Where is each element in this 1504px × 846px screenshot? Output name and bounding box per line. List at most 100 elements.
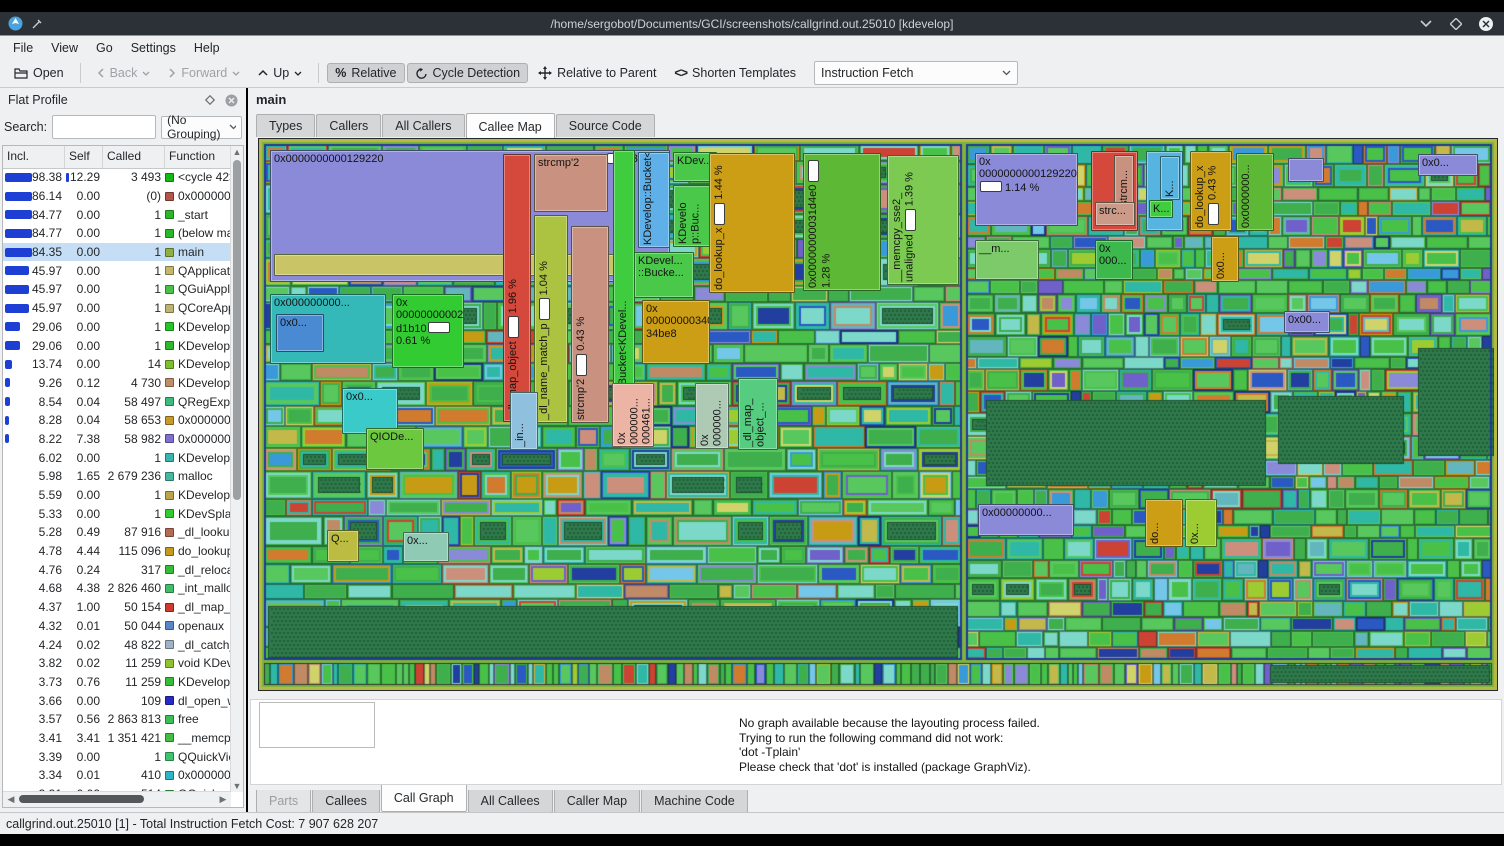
menu-help[interactable]: Help [185,38,229,58]
treemap-cell[interactable]: do_lookup_x0.43 % [1190,151,1232,231]
treemap-cell[interactable]: Q... [327,530,359,562]
table-row[interactable]: 6.020.001KDevelop:: [3,448,231,467]
table-header[interactable]: Incl.SelfCalledFunction [3,146,243,169]
treemap-cell[interactable]: strcmp'2 [534,154,608,212]
table-row[interactable]: 13.740.0014KDevelop:: [3,355,231,374]
tab-callers[interactable]: Callers [316,114,381,137]
treemap-cell[interactable]: _dl_map_object1.96 % [503,154,531,422]
table-row[interactable]: 5.280.4987 916_dl_lookup [3,523,231,542]
treemap-cell[interactable]: KDevelop::Bucket<KDevelop::Qu... [638,152,670,248]
table-row[interactable]: 4.240.0248 822_dl_catch_ [3,635,231,654]
open-button[interactable]: Open [6,63,72,83]
menu-view[interactable]: View [42,38,87,58]
table-row[interactable]: 3.340.014100x0000000 [3,766,231,785]
tab-source-code[interactable]: Source Code [556,114,655,137]
treemap-cell[interactable]: _dl_name_match_p1.04 % [534,215,568,423]
treemap-cell[interactable]: 0x 000000... [695,383,729,449]
treemap-cell[interactable]: 0x 00000000340 34be8 [642,300,710,364]
treemap-cell[interactable]: 0x0... [276,314,324,352]
treemap-cell[interactable]: 0x0... [1418,154,1478,176]
treemap-cell[interactable]: 0x00000000031d4e01.28 % [803,153,881,291]
table-row[interactable]: 5.590.001KDevelop:: [3,486,231,505]
maximize-button[interactable] [1448,16,1464,32]
callee-treemap[interactable]: 0x00000000001292203.82 %_dl_map_object1.… [258,138,1498,691]
table-row[interactable]: 5.981.652 679 236malloc [3,467,231,486]
table-row[interactable]: 45.970.001QGuiApplic [3,280,231,299]
treemap-cell[interactable]: K... [1149,200,1173,218]
table-row[interactable]: 4.784.44115 096do_lookup [3,542,231,561]
table-row[interactable]: 29.060.001KDevelop:: [3,318,231,337]
treemap-cell[interactable]: strc... [1095,202,1135,226]
menu-settings[interactable]: Settings [122,38,185,58]
scroll-down-arrow[interactable]: ▼ [231,780,243,792]
up-button[interactable]: Up [250,63,310,83]
column-header-self[interactable]: Self [65,146,103,168]
treemap-cell[interactable]: 0x 00000000001292201.14 % [975,153,1078,226]
tab-call-graph[interactable]: Call Graph [381,785,467,812]
treemap-cell[interactable]: _dl_map_ object_... [738,378,778,450]
table-row[interactable]: 3.730.7611 259KDevelop:: [3,673,231,692]
treemap-cell[interactable]: 0x 000000... 000461... [612,383,654,447]
treemap-cell[interactable]: 0x... [1185,499,1217,547]
table-row[interactable]: 84.770.001(below mai [3,224,231,243]
scrollbar-thumb[interactable] [233,160,241,500]
tab-callee-map[interactable]: Callee Map [466,113,555,138]
table-row[interactable]: 4.371.0050 154_dl_map_o [3,598,231,617]
table-row[interactable]: 9.260.124 730KDevelop:: [3,374,231,393]
tab-all-callers[interactable]: All Callers [382,114,464,137]
shorten-templates-toggle[interactable]: <> Shorten Templates [666,63,804,83]
table-row[interactable]: 4.760.24317_dl_relocat [3,560,231,579]
cycle-detection-toggle[interactable]: Cycle Detection [407,63,529,83]
grouping-combobox[interactable]: (No Grouping) [161,116,242,139]
table-row[interactable]: 3.570.562 863 813free [3,710,231,729]
treemap-cell[interactable]: 0x... [403,532,449,562]
vertical-scrollbar[interactable]: ▲ ▼ [230,146,243,792]
relative-to-parent-toggle[interactable]: Relative to Parent [530,63,664,83]
table-row[interactable]: 8.280.0458 6530x0000000 [3,411,231,430]
treemap-cell[interactable]: 0x0000000... [1236,153,1274,231]
table-row[interactable]: 45.970.001QApplicatio [3,261,231,280]
treemap-cell[interactable]: __memcpy_sse2_ unaligned1.39 % [887,155,959,285]
close-button[interactable] [1478,16,1494,32]
table-row[interactable]: 3.660.00109dl_open_w [3,691,231,710]
graph-birdseye-view[interactable] [259,702,375,748]
tab-types[interactable]: Types [256,114,315,137]
search-input[interactable] [52,115,156,139]
horizontal-scrollbar[interactable]: ◀ ▶ [3,791,231,807]
table-row[interactable]: 8.227.3858 9820x0000000 [3,430,231,449]
treemap-cell[interactable]: 0x 000... [1095,240,1133,280]
table-row[interactable]: 29.060.001KDevelop:: [3,336,231,355]
table-row[interactable]: 4.320.0150 044openaux [3,617,231,636]
table-row[interactable]: 86.140.00(0)0x00000000 [3,187,231,206]
table-row[interactable]: 8.540.0458 497QRegExp::c [3,392,231,411]
treemap-cell[interactable] [1288,158,1324,182]
minimize-button[interactable] [1418,16,1434,32]
table-row[interactable]: 45.970.001QCoreAppl [3,299,231,318]
menu-file[interactable]: File [4,38,42,58]
table-row[interactable]: 3.820.0211 259void KDeve [3,654,231,673]
close-dock-icon[interactable] [225,94,238,107]
treemap-cell[interactable]: 0x00... [1284,311,1330,333]
float-dock-icon[interactable] [205,95,215,105]
table-row[interactable]: 4.684.382 826 460_int_malloc [3,579,231,598]
table-row[interactable]: 98.3812.293 493<cycle 42> [3,168,231,187]
scroll-up-arrow[interactable]: ▲ [231,146,243,158]
treemap-cell[interactable]: KDevel... ::Bucke... [634,252,694,298]
scroll-left-arrow[interactable]: ◀ [5,793,17,805]
table-row[interactable]: 5.330.001KDevSplash [3,504,231,523]
tab-all-callees[interactable]: All Callees [468,790,553,813]
tab-machine-code[interactable]: Machine Code [641,790,748,813]
column-header-called[interactable]: Called [103,146,165,168]
tab-parts[interactable]: Parts [256,790,311,813]
relative-toggle[interactable]: % Relative [327,63,404,83]
event-type-combobox[interactable]: Instruction Fetch [814,61,1018,85]
menu-go[interactable]: Go [87,38,122,58]
tab-caller-map[interactable]: Caller Map [554,790,640,813]
tab-callees[interactable]: Callees [312,790,380,813]
scroll-right-arrow[interactable]: ▶ [217,793,229,805]
table-row[interactable]: 84.350.001main [3,243,231,262]
treemap-cell[interactable]: 0x 00000000002 d1b100.61 % [392,294,464,368]
back-button[interactable]: Back [89,63,159,83]
treemap-cell[interactable]: strcm... [1114,155,1134,209]
treemap-cell[interactable]: _in... [510,392,538,450]
